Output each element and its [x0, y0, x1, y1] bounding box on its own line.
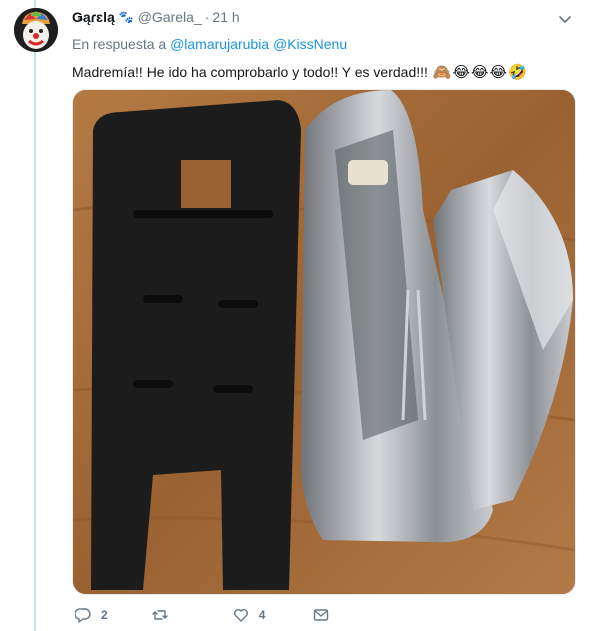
- action-bar: 2 4: [72, 605, 580, 625]
- reply-icon: [75, 608, 91, 623]
- tweet[interactable]: Ǥąɾɛlą 🐾 @Garela_ · 21 h En respuesta a …: [72, 8, 580, 625]
- reply-context: En respuesta a @lamarujarubia @KissNenu: [72, 36, 580, 54]
- display-name[interactable]: Ǥąɾɛlą: [72, 9, 115, 25]
- reply-button[interactable]: 2: [75, 607, 108, 623]
- retweet-icon: [151, 610, 168, 620]
- chevron-down-icon[interactable]: [558, 12, 572, 26]
- paw-icon: 🐾: [118, 10, 134, 24]
- retweet-button[interactable]: [151, 607, 178, 623]
- user-handle[interactable]: @Garela_: [138, 9, 202, 25]
- thread-line: [34, 0, 36, 631]
- stapler-photo-icon: [73, 90, 575, 594]
- like-count: 4: [258, 608, 266, 622]
- tweet-photo[interactable]: [72, 89, 576, 595]
- heart-icon: [233, 609, 248, 622]
- mention-link[interactable]: @lamarujarubia: [170, 36, 269, 52]
- tweet-header: Ǥąɾɛlą 🐾 @Garela_ · 21 h: [72, 8, 580, 26]
- see-no-evil-monkey-emoji: 🙈: [432, 64, 452, 81]
- like-button[interactable]: 4: [233, 607, 266, 623]
- reply-prefix: En respuesta a: [72, 36, 167, 52]
- rolling-on-floor-laughing-emoji: 🤣: [508, 64, 527, 81]
- tears-of-joy-emoji: 😂: [471, 64, 489, 81]
- direct-message-button[interactable]: [313, 607, 329, 623]
- tears-of-joy-emoji: 😂: [452, 64, 471, 81]
- mention-link[interactable]: @KissNenu: [273, 36, 347, 52]
- reply-count: 2: [101, 608, 108, 622]
- separator-dot: ·: [204, 9, 210, 25]
- tears-of-joy-emoji: 😂: [489, 64, 508, 81]
- avatar[interactable]: [14, 8, 58, 52]
- timestamp[interactable]: 21 h: [212, 9, 239, 25]
- clown-avatar-icon: [14, 8, 58, 52]
- envelope-icon: [314, 609, 329, 621]
- tweet-text: Madremía!! He ido ha comprobarlo y todo!…: [72, 62, 580, 82]
- tweet-body: Madremía!! He ido ha comprobarlo y todo!…: [72, 64, 428, 80]
